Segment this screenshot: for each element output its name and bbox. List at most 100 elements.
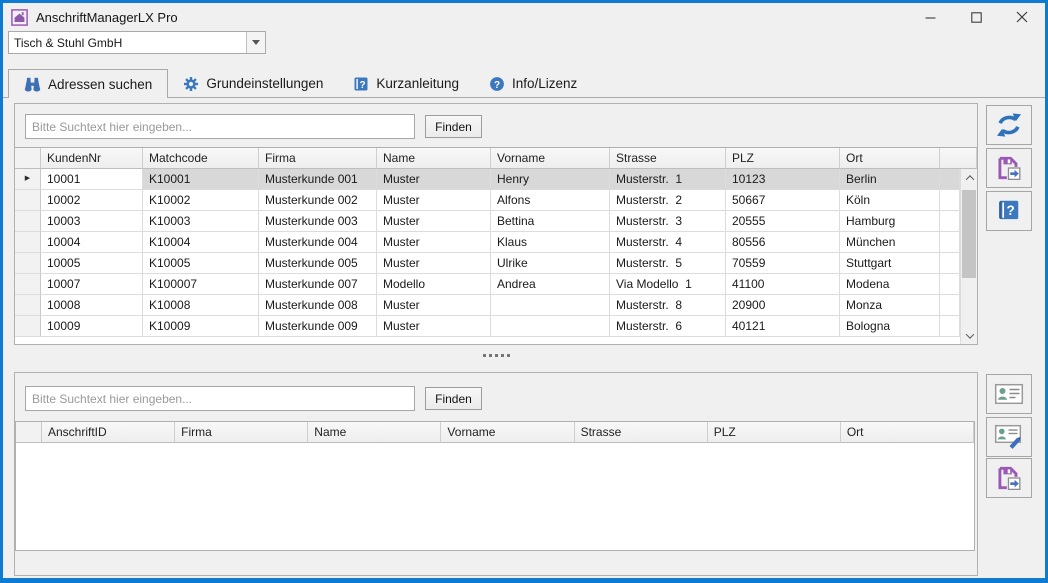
table-cell[interactable]: Musterkunde 001 — [259, 169, 377, 190]
table-cell[interactable]: K10005 — [143, 253, 259, 274]
table-cell[interactable]: Musterkunde 008 — [259, 295, 377, 316]
table-cell[interactable]: Musterkunde 003 — [259, 211, 377, 232]
table-cell[interactable]: K10004 — [143, 232, 259, 253]
table-cell[interactable]: 41100 — [726, 274, 840, 295]
table-cell[interactable]: Musterstr. 2 — [610, 190, 726, 211]
column-header[interactable]: Firma — [259, 148, 377, 169]
table-cell[interactable]: Henry — [491, 169, 610, 190]
table-cell[interactable]: 20555 — [726, 211, 840, 232]
scrollbar-thumb[interactable] — [962, 190, 976, 278]
table-cell[interactable]: Hamburg — [840, 211, 940, 232]
table-cell[interactable]: K10008 — [143, 295, 259, 316]
table-row[interactable]: 10001K10001Musterkunde 001MusterHenryMus… — [15, 169, 960, 190]
table-cell[interactable]: Modello — [377, 274, 491, 295]
export-address-button[interactable] — [986, 458, 1032, 498]
table-cell[interactable]: K10003 — [143, 211, 259, 232]
table-cell[interactable]: Musterkunde 005 — [259, 253, 377, 274]
table-cell[interactable] — [491, 295, 610, 316]
column-header[interactable]: KundenNr — [41, 148, 143, 169]
column-header[interactable]: Name — [308, 422, 441, 443]
table-cell[interactable]: Muster — [377, 232, 491, 253]
table-row[interactable]: 10004K10004Musterkunde 004MusterKlausMus… — [15, 232, 960, 253]
table-cell[interactable]: 10002 — [41, 190, 143, 211]
table-cell[interactable]: Bettina — [491, 211, 610, 232]
table-cell[interactable]: Musterkunde 004 — [259, 232, 377, 253]
table-cell[interactable]: 70559 — [726, 253, 840, 274]
table-cell[interactable]: Musterstr. 5 — [610, 253, 726, 274]
table-cell[interactable]: 10009 — [41, 316, 143, 337]
show-contact-button[interactable] — [986, 374, 1032, 414]
table-cell[interactable]: Muster — [377, 169, 491, 190]
table-cell[interactable]: Stuttgart — [840, 253, 940, 274]
address-search-input[interactable] — [25, 386, 415, 411]
table-cell[interactable]: 10123 — [726, 169, 840, 190]
column-header[interactable]: PLZ — [726, 148, 840, 169]
column-header[interactable]: AnschriftID — [42, 422, 175, 443]
table-cell[interactable]: Muster — [377, 190, 491, 211]
export-customer-button[interactable] — [986, 148, 1032, 188]
table-cell[interactable]: Modena — [840, 274, 940, 295]
table-row[interactable]: 10008K10008Musterkunde 008Muster Musterst… — [15, 295, 960, 316]
table-cell[interactable]: 50667 — [726, 190, 840, 211]
table-cell[interactable]: K10001 — [143, 169, 259, 190]
table-cell[interactable] — [491, 316, 610, 337]
table-cell[interactable]: 10004 — [41, 232, 143, 253]
close-button[interactable] — [999, 3, 1045, 31]
table-row[interactable]: 10007K100007Musterkunde 007ModelloAndrea… — [15, 274, 960, 295]
edit-contact-button[interactable] — [986, 417, 1032, 457]
table-row[interactable]: 10005K10005Musterkunde 005MusterUlrikeMu… — [15, 253, 960, 274]
tab-grundeinstellungen[interactable]: Grundeinstellungen — [168, 70, 338, 97]
table-cell[interactable]: 10007 — [41, 274, 143, 295]
table-cell[interactable]: Musterstr. 8 — [610, 295, 726, 316]
table-cell[interactable]: 10001 — [41, 169, 143, 190]
table-cell[interactable]: Musterstr. 1 — [610, 169, 726, 190]
address-find-button[interactable]: Finden — [425, 387, 482, 410]
scroll-down-button[interactable] — [961, 327, 977, 344]
company-selector-dropdown-button[interactable] — [246, 32, 265, 53]
refresh-button[interactable] — [986, 105, 1032, 145]
table-cell[interactable]: Muster — [377, 295, 491, 316]
tab-info-lizenz[interactable]: ? Info/Lizenz — [474, 70, 592, 97]
table-cell[interactable]: 80556 — [726, 232, 840, 253]
table-cell[interactable]: Musterstr. 3 — [610, 211, 726, 232]
vertical-scrollbar[interactable] — [960, 169, 977, 344]
splitter-handle[interactable] — [14, 348, 978, 362]
customer-find-button[interactable]: Finden — [425, 115, 482, 138]
table-cell[interactable]: K10002 — [143, 190, 259, 211]
table-cell[interactable]: Musterkunde 009 — [259, 316, 377, 337]
table-cell[interactable]: Musterkunde 002 — [259, 190, 377, 211]
table-cell[interactable]: 10008 — [41, 295, 143, 316]
table-cell[interactable]: München — [840, 232, 940, 253]
company-selector[interactable]: Tisch & Stuhl GmbH — [8, 31, 266, 54]
column-header[interactable]: Strasse — [610, 148, 726, 169]
tab-adressen-suchen[interactable]: Adressen suchen — [8, 69, 168, 98]
customer-search-input[interactable] — [25, 114, 415, 139]
column-header[interactable]: Ort — [840, 148, 940, 169]
help-button[interactable]: ? — [986, 191, 1032, 231]
column-header[interactable]: PLZ — [708, 422, 841, 443]
table-cell[interactable]: 20900 — [726, 295, 840, 316]
table-cell[interactable]: Muster — [377, 253, 491, 274]
table-cell[interactable]: Musterkunde 007 — [259, 274, 377, 295]
table-cell[interactable]: Musterstr. 4 — [610, 232, 726, 253]
table-cell[interactable]: 40121 — [726, 316, 840, 337]
minimize-button[interactable] — [907, 3, 953, 31]
table-row[interactable]: 10002K10002Musterkunde 002MusterAlfonsMu… — [15, 190, 960, 211]
column-header[interactable]: Ort — [841, 422, 974, 443]
table-row[interactable]: 10003K10003Musterkunde 003MusterBettinaM… — [15, 211, 960, 232]
table-cell[interactable]: Berlin — [840, 169, 940, 190]
column-header[interactable]: Vorname — [441, 422, 574, 443]
tab-kurzanleitung[interactable]: ? Kurzanleitung — [338, 70, 474, 97]
maximize-button[interactable] — [953, 3, 999, 31]
table-cell[interactable]: Köln — [840, 190, 940, 211]
table-cell[interactable]: Muster — [377, 211, 491, 232]
table-cell[interactable]: 10003 — [41, 211, 143, 232]
table-cell[interactable]: Monza — [840, 295, 940, 316]
column-header[interactable]: Name — [377, 148, 491, 169]
table-cell[interactable]: Musterstr. 6 — [610, 316, 726, 337]
column-header[interactable]: Vorname — [491, 148, 610, 169]
table-cell[interactable]: Via Modello 1 — [610, 274, 726, 295]
table-cell[interactable]: Klaus — [491, 232, 610, 253]
table-row[interactable]: 10009K10009Musterkunde 009MusterMusterst… — [15, 316, 960, 337]
column-header[interactable]: Matchcode — [143, 148, 259, 169]
